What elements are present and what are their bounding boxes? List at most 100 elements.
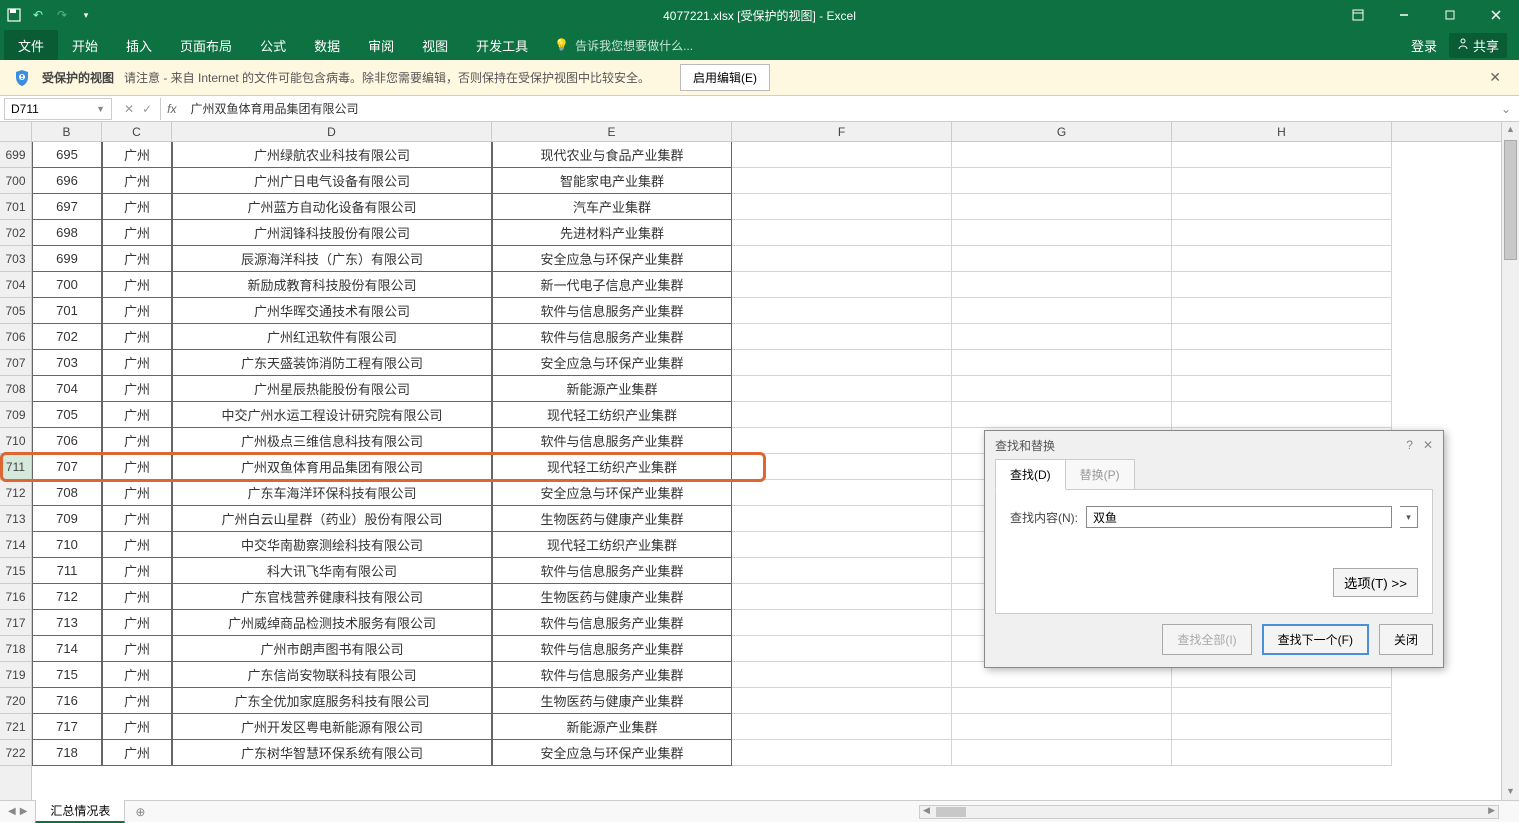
cell[interactable]: 广州星辰热能股份有限公司 [172, 376, 492, 402]
cell[interactable]: 718 [32, 740, 102, 766]
cell[interactable] [732, 324, 952, 350]
cell[interactable] [952, 220, 1172, 246]
cell[interactable] [732, 350, 952, 376]
cell[interactable]: 广东车海洋环保科技有限公司 [172, 480, 492, 506]
cell[interactable]: 广东信尚安物联科技有限公司 [172, 662, 492, 688]
cell[interactable]: 广州开发区粤电新能源有限公司 [172, 714, 492, 740]
cell[interactable] [952, 246, 1172, 272]
dialog-help-icon[interactable]: ? [1406, 438, 1413, 452]
cell[interactable]: 汽车产业集群 [492, 194, 732, 220]
cell[interactable] [732, 428, 952, 454]
cell[interactable]: 安全应急与环保产业集群 [492, 740, 732, 766]
cell[interactable] [732, 714, 952, 740]
cell[interactable]: 现代轻工纺织产业集群 [492, 454, 732, 480]
cell[interactable]: 现代轻工纺织产业集群 [492, 532, 732, 558]
col-header-F[interactable]: F [732, 122, 952, 141]
cell[interactable]: 700 [32, 272, 102, 298]
cell[interactable] [952, 168, 1172, 194]
find-next-button[interactable]: 查找下一个(F) [1262, 624, 1369, 655]
cell[interactable] [732, 194, 952, 220]
cell[interactable]: 广州白云山星群（药业）股份有限公司 [172, 506, 492, 532]
cell[interactable]: 710 [32, 532, 102, 558]
vscroll-thumb[interactable] [1504, 140, 1517, 260]
cell[interactable]: 广州 [102, 584, 172, 610]
cell[interactable]: 711 [32, 558, 102, 584]
sheet-tab[interactable]: 汇总情况表 [35, 800, 125, 823]
ribbon-tab-插入[interactable]: 插入 [112, 30, 166, 60]
cell[interactable]: 广州双鱼体育用品集团有限公司 [172, 454, 492, 480]
cell[interactable] [952, 142, 1172, 168]
cell[interactable]: 广州 [102, 194, 172, 220]
login-link[interactable]: 登录 [1411, 36, 1437, 55]
cell[interactable]: 716 [32, 688, 102, 714]
cell[interactable]: 辰源海洋科技（广东）有限公司 [172, 246, 492, 272]
cell[interactable]: 695 [32, 142, 102, 168]
cell[interactable]: 中交华南勘察测绘科技有限公司 [172, 532, 492, 558]
undo-icon[interactable]: ↶ [30, 7, 46, 23]
cell[interactable] [1172, 246, 1392, 272]
cell[interactable]: 广州 [102, 376, 172, 402]
row-header[interactable]: 717 [0, 610, 31, 636]
cell[interactable] [1172, 714, 1392, 740]
row-header[interactable]: 703 [0, 246, 31, 272]
col-header-D[interactable]: D [172, 122, 492, 141]
col-header-H[interactable]: H [1172, 122, 1392, 141]
formula-enter-icon[interactable]: ✓ [142, 102, 152, 116]
cell[interactable] [1172, 324, 1392, 350]
row-header[interactable]: 709 [0, 402, 31, 428]
cell[interactable] [732, 480, 952, 506]
cell[interactable]: 714 [32, 636, 102, 662]
cell[interactable] [732, 610, 952, 636]
cell[interactable] [732, 584, 952, 610]
cell[interactable]: 广州蓝方自动化设备有限公司 [172, 194, 492, 220]
cell[interactable] [732, 220, 952, 246]
cell[interactable]: 广州 [102, 740, 172, 766]
cell[interactable] [952, 350, 1172, 376]
row-header[interactable]: 706 [0, 324, 31, 350]
row-header[interactable]: 711 [0, 454, 31, 480]
cell[interactable]: 713 [32, 610, 102, 636]
cell[interactable]: 软件与信息服务产业集群 [492, 610, 732, 636]
row-header[interactable]: 718 [0, 636, 31, 662]
cell[interactable] [732, 402, 952, 428]
cell[interactable]: 广州 [102, 558, 172, 584]
cell[interactable]: 广州 [102, 246, 172, 272]
cell[interactable]: 安全应急与环保产业集群 [492, 246, 732, 272]
cell[interactable] [732, 688, 952, 714]
cell[interactable]: 701 [32, 298, 102, 324]
cell[interactable]: 新一代电子信息产业集群 [492, 272, 732, 298]
cell[interactable]: 702 [32, 324, 102, 350]
cell[interactable]: 699 [32, 246, 102, 272]
col-header-G[interactable]: G [952, 122, 1172, 141]
cell[interactable]: 广州 [102, 480, 172, 506]
cell[interactable] [732, 506, 952, 532]
cell[interactable] [1172, 376, 1392, 402]
tell-me-search[interactable]: 💡 告诉我您想要做什么... [542, 37, 705, 54]
maximize-button[interactable] [1427, 0, 1473, 30]
cell[interactable]: 704 [32, 376, 102, 402]
dialog-close-icon[interactable]: ✕ [1423, 438, 1433, 452]
cell[interactable] [952, 194, 1172, 220]
cell[interactable]: 698 [32, 220, 102, 246]
cell[interactable]: 广州 [102, 454, 172, 480]
cell[interactable]: 软件与信息服务产业集群 [492, 324, 732, 350]
col-header-B[interactable]: B [32, 122, 102, 141]
cell[interactable] [1172, 168, 1392, 194]
cell[interactable]: 广东树华智慧环保系统有限公司 [172, 740, 492, 766]
cell[interactable]: 708 [32, 480, 102, 506]
vertical-scrollbar[interactable]: ▲ ▼ [1501, 122, 1519, 800]
cell[interactable]: 软件与信息服务产业集群 [492, 636, 732, 662]
cell[interactable] [732, 532, 952, 558]
cell[interactable] [1172, 220, 1392, 246]
cell[interactable]: 广州 [102, 636, 172, 662]
cell[interactable]: 软件与信息服务产业集群 [492, 662, 732, 688]
cell[interactable] [1172, 142, 1392, 168]
formula-input[interactable]: 广州双鱼体育用品集团有限公司 [182, 100, 1492, 117]
ribbon-tab-视图[interactable]: 视图 [408, 30, 462, 60]
col-header-C[interactable]: C [102, 122, 172, 141]
cell[interactable] [952, 688, 1172, 714]
cell[interactable]: 703 [32, 350, 102, 376]
cell[interactable]: 广州绿航农业科技有限公司 [172, 142, 492, 168]
fx-icon[interactable]: fx [161, 102, 182, 116]
row-header[interactable]: 721 [0, 714, 31, 740]
